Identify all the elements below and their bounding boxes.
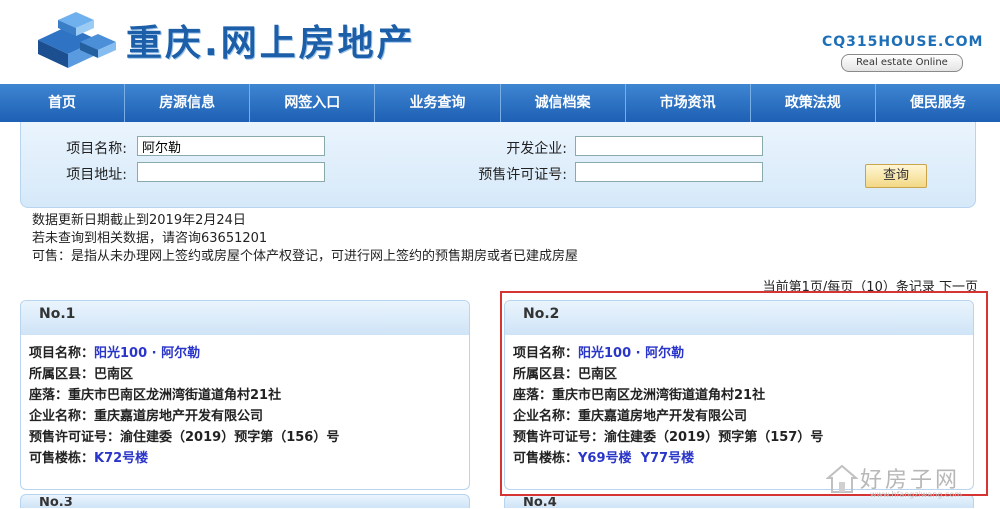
developer-input[interactable] — [575, 136, 763, 156]
company-field-label: 企业名称： — [29, 409, 95, 424]
card-number: No.4 — [523, 497, 557, 509]
pager: 当前第1页/每页（10）条记录 下一页 — [763, 276, 978, 295]
permit-label: 预售许可证号: — [478, 167, 567, 183]
result-card-1: No.1 项目名称：阳光100 · 阿尔勒 所属区县：巴南区 座落：重庆市巴南区… — [20, 300, 470, 490]
address-value: 重庆市巴南区龙洲湾街道道角村21社 — [552, 388, 766, 403]
permit-value: 渝住建委（2019）预字第（156）号 — [120, 430, 340, 445]
available-definition-note: 可售：是指从未办理网上签约或房屋个体产权登记，可进行网上签约的预售期房或者已建成… — [32, 249, 579, 264]
permit-input[interactable] — [575, 162, 763, 182]
buildings-field-label: 可售楼栋： — [29, 451, 95, 466]
brand-tagline: Real estate Online — [841, 54, 963, 72]
nav-item-business-query[interactable]: 业务查询 — [375, 84, 501, 122]
district-field-label: 所属区县： — [29, 367, 95, 382]
permit-field-label: 预售许可证号： — [29, 430, 121, 445]
district-value: 巴南区 — [94, 367, 134, 382]
project-name-field-label: 项目名称： — [29, 346, 95, 361]
watermark-url: www.hfangziwang.com — [870, 490, 963, 499]
site-title: 重庆.网上房地产 — [126, 23, 416, 64]
project-name-link[interactable]: 阳光100 · 阿尔勒 — [94, 346, 200, 361]
update-date-note: 数据更新日期截止到2019年2月24日 — [32, 213, 246, 228]
contact-note: 若未查询到相关数据，请咨询63651201 — [32, 231, 268, 246]
card-number: No.2 — [505, 301, 973, 335]
nav-item-market-news[interactable]: 市场资讯 — [626, 84, 751, 122]
permit-value: 渝住建委（2019）预字第（157）号 — [604, 430, 824, 445]
card-number: No.1 — [21, 301, 469, 335]
pager-info: 当前第1页/每页（10）条记录 — [762, 280, 935, 295]
company-value: 重庆嘉道房地产开发有限公司 — [94, 409, 264, 424]
main-nav: 首页 房源信息 网签入口 业务查询 诚信档案 市场资讯 政策法规 便民服务 — [0, 84, 1000, 122]
address-field-label: 座落： — [513, 388, 553, 403]
district-value: 巴南区 — [578, 367, 618, 382]
nav-item-policies[interactable]: 政策法规 — [751, 84, 876, 122]
query-button[interactable]: 查询 — [865, 164, 927, 188]
building-link[interactable]: K72号楼 — [94, 451, 148, 466]
buildings-field-label: 可售楼栋： — [513, 451, 579, 466]
project-address-input[interactable] — [137, 162, 325, 182]
nav-item-online-sign[interactable]: 网签入口 — [250, 84, 376, 122]
company-field-label: 企业名称： — [513, 409, 579, 424]
notes-block: 数据更新日期截止到2019年2月24日 若未查询到相关数据，请咨询6365120… — [32, 212, 578, 266]
nav-item-home[interactable]: 首页 — [0, 84, 126, 122]
address-value: 重庆市巴南区龙洲湾街道道角村21社 — [68, 388, 282, 403]
building-link[interactable]: Y77号楼 — [641, 451, 695, 466]
watermark: 好房子网 www.hfangziwang.com — [820, 460, 990, 506]
nav-item-services[interactable]: 便民服务 — [876, 84, 1000, 122]
logo-cubes-icon — [38, 12, 116, 68]
project-name-label: 项目名称: — [66, 141, 127, 157]
project-name-input[interactable] — [137, 136, 325, 156]
card-number: No.3 — [39, 497, 73, 509]
company-value: 重庆嘉道房地产开发有限公司 — [578, 409, 748, 424]
project-name-field-label: 项目名称： — [513, 346, 579, 361]
brand-code: CQ315HOUSE.COM — [822, 34, 984, 50]
site-header: 重庆.网上房地产 CQ315HOUSE.COM Real estate Onli… — [0, 0, 1000, 84]
result-card-3: No.3 — [20, 494, 470, 509]
project-address-label: 项目地址: — [66, 167, 127, 183]
building-link[interactable]: Y69号楼 — [578, 451, 632, 466]
nav-item-credit-records[interactable]: 诚信档案 — [501, 84, 626, 122]
nav-item-listings[interactable]: 房源信息 — [125, 84, 251, 122]
next-page-link[interactable]: 下一页 — [939, 280, 978, 295]
district-field-label: 所属区县： — [513, 367, 579, 382]
project-name-link[interactable]: 阳光100 · 阿尔勒 — [578, 346, 684, 361]
search-panel: 项目名称: 项目地址: 开发企业: 预售许可证号: 查询 — [20, 122, 976, 208]
brand-block: CQ315HOUSE.COM Real estate Online — [822, 34, 982, 72]
developer-label: 开发企业: — [506, 141, 567, 157]
house-icon — [826, 464, 858, 493]
permit-field-label: 预售许可证号： — [513, 430, 605, 445]
address-field-label: 座落： — [29, 388, 69, 403]
